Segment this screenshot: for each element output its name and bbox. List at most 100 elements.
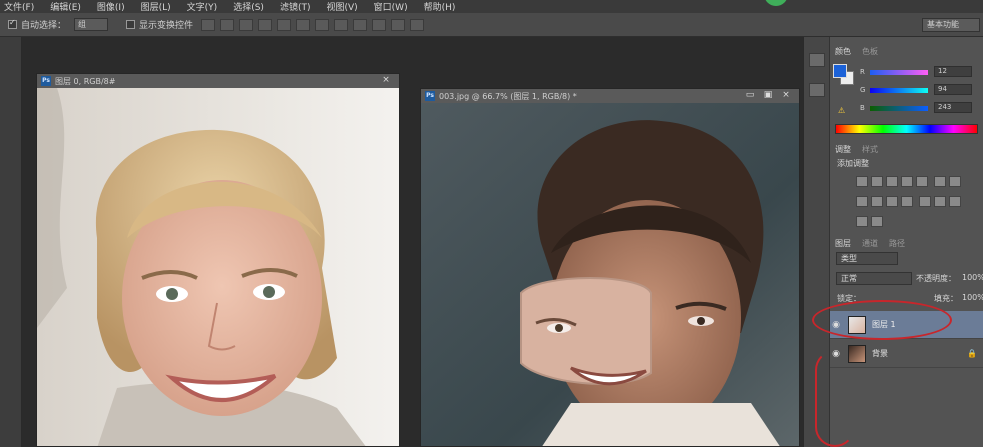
green-value-field[interactable]: 94 (934, 84, 972, 95)
gradient-map-icon[interactable] (856, 216, 868, 227)
tab-color[interactable]: 颜色 (835, 46, 851, 57)
green-slider[interactable] (870, 87, 928, 93)
menu-file[interactable]: 文件(F) (4, 0, 34, 13)
doc1-canvas[interactable] (37, 88, 399, 446)
tab-adjustments[interactable]: 调整 (835, 144, 851, 155)
opacity-value[interactable]: 100% (962, 273, 983, 284)
history-icon[interactable] (808, 53, 825, 67)
distribute-top-button[interactable] (315, 18, 330, 31)
menu-window[interactable]: 窗口(W) (374, 0, 408, 13)
workspace-switcher[interactable]: 基本功能 (922, 18, 980, 32)
doc2-canvas[interactable] (421, 103, 799, 446)
green-slider-row: G 94 (860, 84, 972, 96)
menu-view[interactable]: 视图(V) (326, 0, 357, 13)
brightness-icon[interactable] (856, 176, 868, 187)
doc2-close-button[interactable]: × (777, 90, 795, 101)
align-left-button[interactable] (258, 18, 273, 31)
doc1-close-button[interactable]: × (377, 75, 395, 86)
app-badge-icon (764, 0, 788, 6)
blue-slider-row: B 243 (860, 102, 972, 114)
tools-panel (0, 37, 22, 447)
red-annotation-stroke (815, 350, 855, 447)
adjustment-icons (856, 176, 966, 236)
vibrance-icon[interactable] (916, 176, 928, 187)
color-lookup-icon[interactable] (901, 196, 913, 207)
doc2-title: 003.jpg @ 66.7% (图层 1, RGB/8) * (439, 91, 577, 101)
red-slider[interactable] (870, 69, 928, 75)
menu-edit[interactable]: 编辑(E) (50, 0, 81, 13)
auto-select-checkbox[interactable] (8, 18, 17, 29)
fill-label: 填充： (934, 294, 958, 303)
red-channel-label: R (860, 68, 865, 76)
invert-icon[interactable] (919, 196, 932, 207)
fill-value[interactable]: 100% (962, 293, 983, 304)
menu-bar: 文件(F) 编辑(E) 图像(I) 图层(L) 文字(Y) 选择(S) 滤镜(T… (0, 0, 983, 13)
distribute-center-button[interactable] (391, 18, 406, 31)
tab-paths[interactable]: 路径 (889, 238, 905, 249)
align-middle-button[interactable] (220, 18, 235, 31)
doc1-photo (37, 88, 399, 446)
distribute-left-button[interactable] (372, 18, 387, 31)
distribute-middle-button[interactable] (334, 18, 349, 31)
menu-filter[interactable]: 滤镜(T) (280, 0, 311, 13)
info-icon[interactable] (808, 83, 825, 97)
lock-icon: 🔒 (967, 349, 977, 358)
menu-select[interactable]: 选择(S) (233, 0, 264, 13)
align-top-button[interactable] (201, 18, 216, 31)
document-window-1: Ps 图层 0, RGB/8# × (36, 73, 400, 447)
tab-channels[interactable]: 通道 (862, 238, 878, 249)
doc2-photo (421, 103, 799, 446)
show-transform-checkbox[interactable] (126, 20, 136, 29)
doc2-minimize-button[interactable]: ▭ (741, 90, 759, 101)
red-value-field[interactable]: 12 (934, 66, 972, 77)
options-bar: 自动选择： 组 显示变换控件 基本功能 (0, 13, 983, 37)
menu-type[interactable]: 文字(Y) (187, 0, 218, 13)
ps-app-icon: Ps (41, 76, 51, 86)
tab-styles[interactable]: 样式 (862, 144, 878, 155)
doc2-maximize-button[interactable]: ▣ (759, 90, 777, 101)
doc1-titlebar[interactable]: Ps 图层 0, RGB/8# × (37, 74, 399, 88)
tab-swatches[interactable]: 色板 (862, 46, 878, 57)
gamut-warning-icon: ⚠ (838, 106, 846, 115)
distribute-right-button[interactable] (410, 18, 425, 31)
auto-select-dropdown[interactable]: 组 (74, 18, 109, 31)
channel-mixer-icon[interactable] (886, 196, 898, 207)
photo-filter-icon[interactable] (871, 196, 883, 207)
layer-name: 背景 (872, 349, 888, 358)
posterize-icon[interactable] (934, 196, 947, 207)
distribute-bottom-button[interactable] (353, 18, 368, 31)
menu-help[interactable]: 帮助(H) (424, 0, 456, 13)
exposure-icon[interactable] (901, 176, 913, 187)
color-balance-icon[interactable] (949, 176, 962, 187)
tab-layers[interactable]: 图层 (835, 238, 851, 249)
ps-app-icon: Ps (425, 91, 435, 101)
document-window-2: Ps 003.jpg @ 66.7% (图层 1, RGB/8) * ▭ ▣ × (420, 88, 800, 447)
auto-select-label: 自动选择： (21, 21, 67, 31)
align-right-button[interactable] (296, 18, 311, 31)
blue-value-field[interactable]: 243 (934, 102, 972, 113)
layer-kind-filter[interactable]: 类型 (836, 252, 898, 265)
opacity-label: 不透明度： (916, 274, 956, 283)
levels-icon[interactable] (871, 176, 883, 187)
hue-saturation-icon[interactable] (934, 176, 947, 187)
align-center-button[interactable] (277, 18, 292, 31)
curves-icon[interactable] (886, 176, 898, 187)
menu-layer[interactable]: 图层(L) (141, 0, 171, 13)
doc1-title: 图层 0, RGB/8# (55, 76, 116, 86)
foreground-color-swatch[interactable] (833, 64, 847, 78)
add-adjustment-heading: 添加调整 (837, 159, 869, 168)
threshold-icon[interactable] (949, 196, 962, 207)
selective-color-icon[interactable] (871, 216, 883, 227)
blend-mode-dropdown[interactable]: 正常 (836, 272, 912, 285)
color-spectrum-bar[interactable] (835, 124, 978, 134)
blue-channel-label: B (860, 104, 865, 112)
black-white-icon[interactable] (856, 196, 868, 207)
green-channel-label: G (860, 86, 866, 94)
doc2-titlebar[interactable]: Ps 003.jpg @ 66.7% (图层 1, RGB/8) * ▭ ▣ × (421, 89, 799, 103)
red-slider-row: R 12 (860, 66, 972, 78)
blue-slider[interactable] (870, 105, 928, 111)
align-bottom-button[interactable] (239, 18, 254, 31)
show-transform-label: 显示变换控件 (139, 21, 194, 31)
menu-image[interactable]: 图像(I) (97, 0, 125, 13)
red-annotation-circle (812, 300, 952, 340)
